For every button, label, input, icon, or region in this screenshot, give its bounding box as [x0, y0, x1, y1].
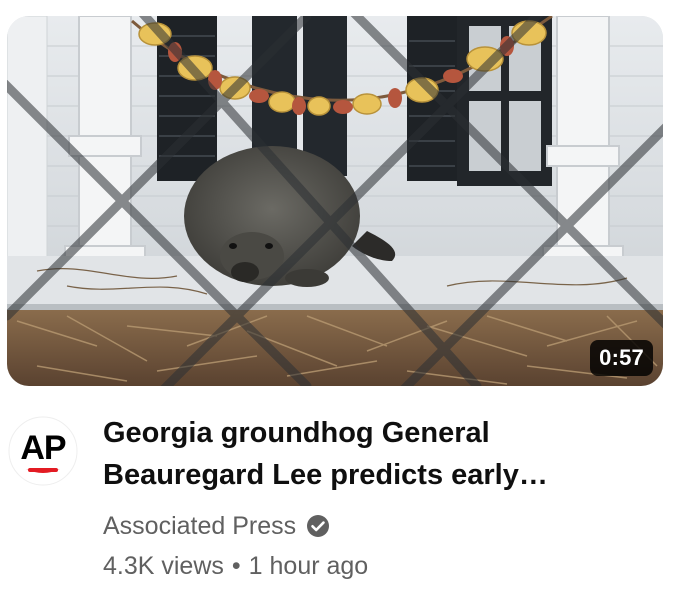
ap-logo-text: AP — [20, 429, 66, 467]
video-card[interactable]: 0:57 AP Georgia groundhog General Beaure… — [0, 0, 684, 604]
video-thumbnail[interactable]: 0:57 — [7, 16, 663, 386]
video-title-line-1: Georgia groundhog General — [103, 417, 490, 449]
channel-name[interactable]: Associated Press — [103, 512, 296, 541]
video-metadata: 4.3K views • 1 hour ago — [103, 548, 368, 584]
video-duration-badge: 0:57 — [590, 340, 653, 376]
meta-separator: • — [231, 551, 241, 580]
thumbnail-image — [7, 16, 663, 386]
verified-check-icon — [306, 514, 330, 538]
ap-logo: AP — [8, 416, 78, 486]
video-title-line-2: Beauregard Lee predicts early… — [103, 459, 548, 491]
upload-age: 1 hour ago — [248, 551, 369, 580]
video-title[interactable]: Georgia groundhog General Beauregard Lee… — [103, 412, 623, 496]
channel-row: Associated Press — [103, 508, 330, 544]
channel-avatar[interactable]: AP — [8, 416, 78, 486]
view-count: 4.3K views — [103, 551, 224, 580]
